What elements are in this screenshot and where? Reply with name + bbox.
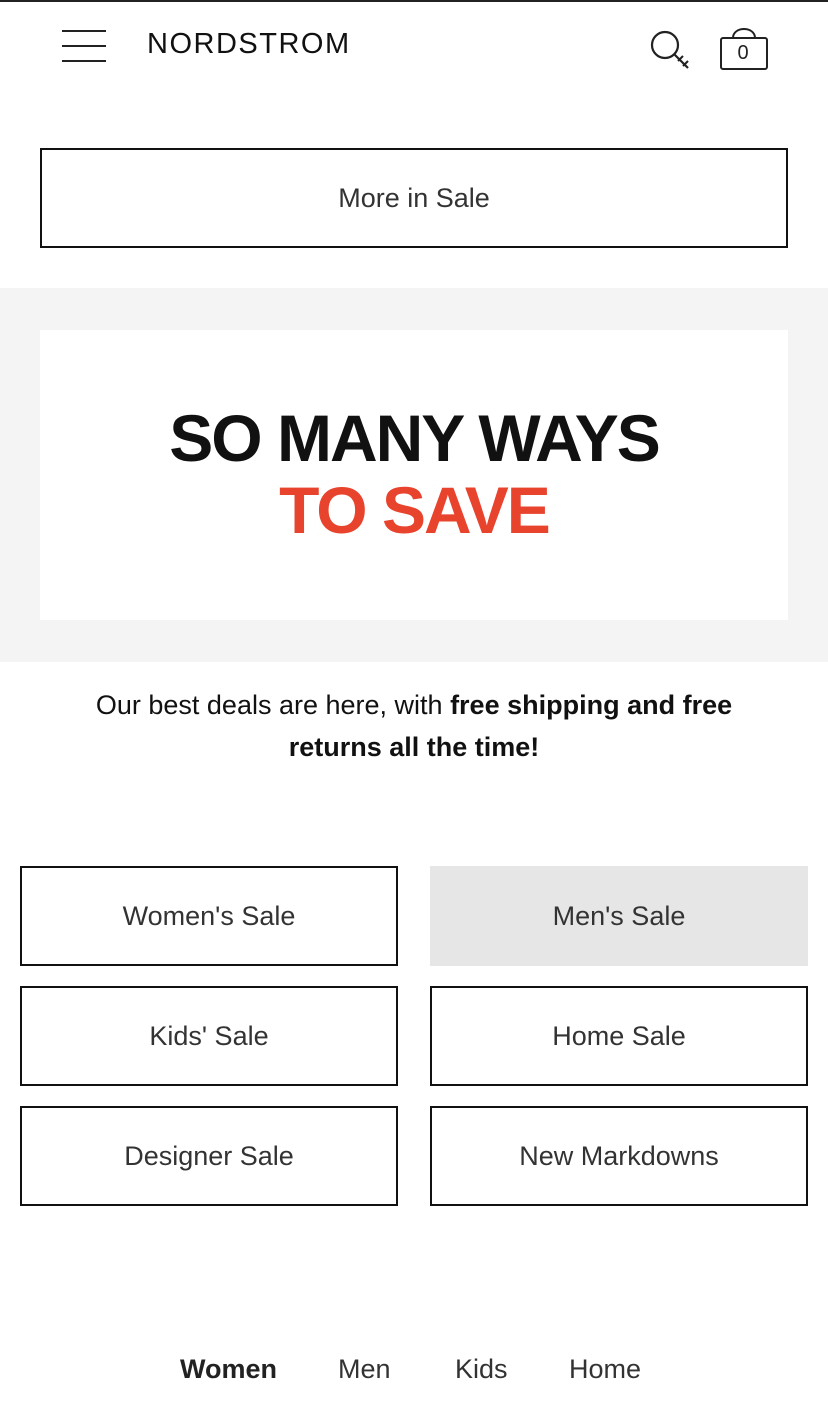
banner-card[interactable]: SO MANY WAYS TO SAVE (40, 330, 788, 620)
home-sale-button[interactable]: Home Sale (430, 986, 808, 1086)
page: NORDSTROM 0 More in Sale SO MANY WAYS TO… (0, 0, 828, 1414)
search-icon[interactable] (648, 28, 692, 72)
header: NORDSTROM 0 (0, 0, 828, 88)
nav-women[interactable]: Women (180, 1354, 277, 1385)
hamburger-menu-icon[interactable] (62, 30, 106, 64)
womens-sale-button[interactable]: Women's Sale (20, 866, 398, 966)
new-markdowns-button[interactable]: New Markdowns (430, 1106, 808, 1206)
shopping-bag-icon[interactable]: 0 (718, 24, 770, 72)
promo-banner: SO MANY WAYS TO SAVE (0, 288, 828, 662)
nav-men[interactable]: Men (338, 1354, 391, 1385)
nav-kids[interactable]: Kids (455, 1354, 508, 1385)
nav-home[interactable]: Home (569, 1354, 641, 1385)
bag-count: 0 (737, 42, 749, 64)
kids-sale-button[interactable]: Kids' Sale (20, 986, 398, 1086)
banner-subheadline: TO SAVE (279, 473, 551, 547)
bottom-nav: Women Men Kids Home (0, 1354, 828, 1404)
nordstrom-logo[interactable]: NORDSTROM (147, 28, 351, 61)
designer-sale-button[interactable]: Designer Sale (20, 1106, 398, 1206)
banner-headline: SO MANY WAYS (169, 401, 660, 475)
promo-text-regular: Our best deals are here, with (95, 690, 451, 720)
mens-sale-button[interactable]: Men's Sale (430, 866, 808, 966)
more-in-sale-button[interactable]: More in Sale (40, 148, 788, 248)
promo-text: Our best deals are here, with free shipp… (60, 684, 768, 768)
